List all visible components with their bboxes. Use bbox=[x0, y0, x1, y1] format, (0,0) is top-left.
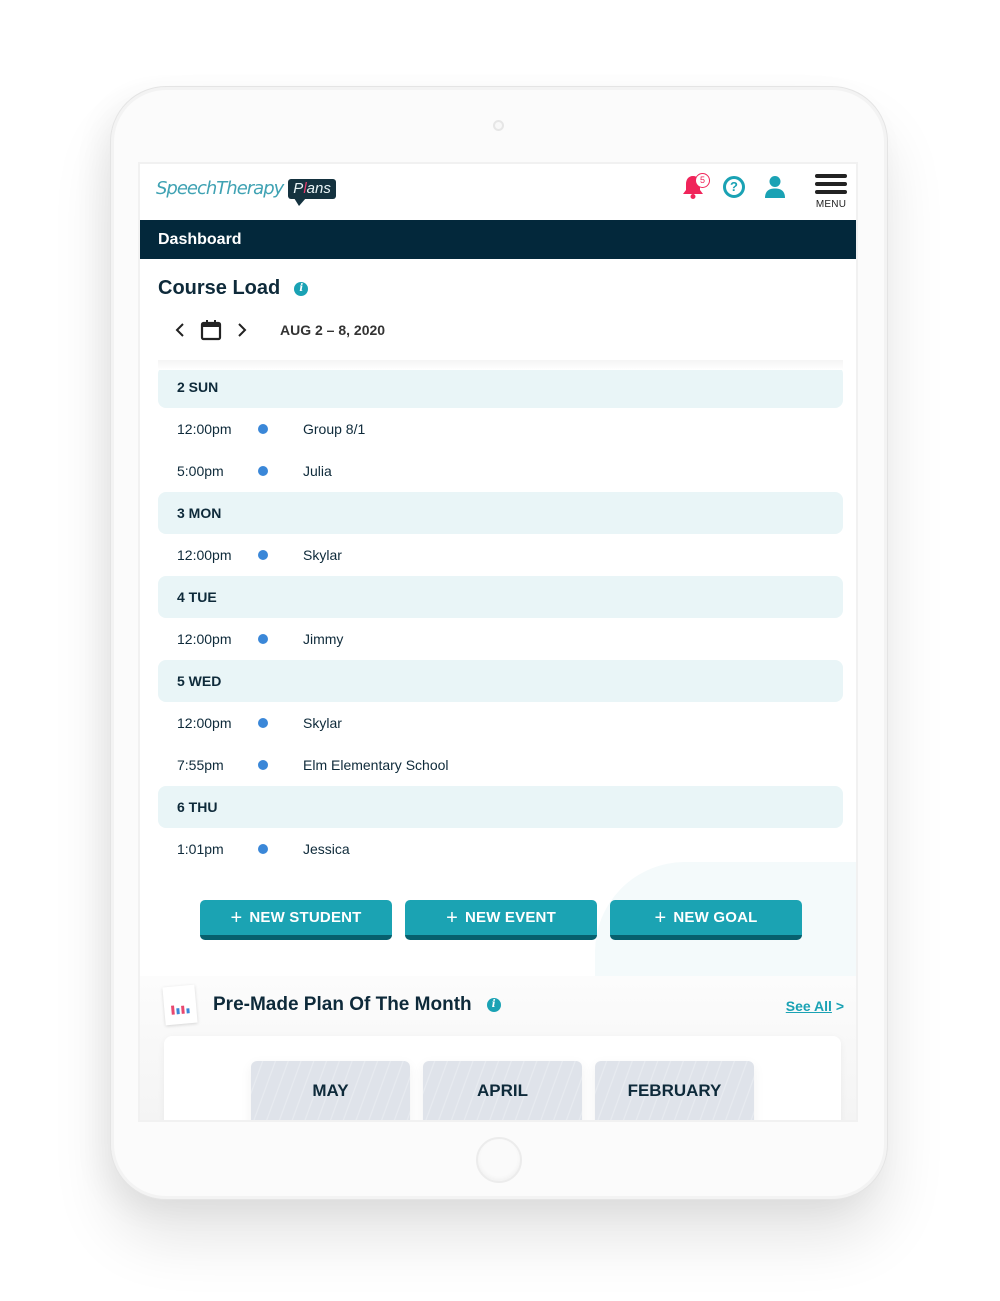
event-time: 1:01pm bbox=[177, 841, 224, 857]
app-screen: SpeechTherapy Plans 5 ? MENU Dashboard C… bbox=[138, 162, 858, 1122]
info-icon[interactable]: i bbox=[294, 281, 309, 296]
calendar-icon bbox=[200, 320, 222, 341]
new-student-button[interactable]: + NEW STUDENT bbox=[200, 900, 392, 940]
month-tile[interactable]: APRIL bbox=[423, 1061, 582, 1120]
previous-week-button[interactable] bbox=[170, 320, 190, 340]
event-dot-icon bbox=[258, 718, 268, 728]
plan-of-month-section: Pre-Made Plan Of The Month i See All > M… bbox=[140, 976, 856, 1120]
month-tile[interactable]: MAY bbox=[251, 1061, 410, 1120]
day-header: 2 SUN bbox=[158, 366, 843, 408]
new-student-label: NEW STUDENT bbox=[249, 909, 362, 926]
event-time: 5:00pm bbox=[177, 463, 224, 479]
event-name: Jessica bbox=[303, 841, 350, 857]
calendar-button[interactable] bbox=[200, 319, 222, 341]
event-time: 7:55pm bbox=[177, 757, 224, 773]
menu-label: MENU bbox=[815, 199, 847, 210]
notifications-button[interactable]: 5 bbox=[678, 172, 710, 202]
plus-icon: + bbox=[446, 906, 458, 929]
next-week-button[interactable] bbox=[232, 320, 252, 340]
logo[interactable]: SpeechTherapy Plans bbox=[156, 178, 336, 206]
help-button[interactable]: ? bbox=[719, 172, 749, 202]
logo-badge-ans: ans bbox=[306, 179, 331, 197]
logo-text: SpeechTherapy bbox=[156, 178, 284, 199]
event-time: 12:00pm bbox=[177, 547, 232, 563]
event-row[interactable]: 1:01pm Jessica bbox=[158, 828, 843, 870]
plan-card: MAY APRIL FEBRUARY bbox=[164, 1036, 841, 1120]
course-load-title: Course Load bbox=[158, 277, 281, 299]
chevron-right-icon: > bbox=[835, 998, 844, 1014]
quick-actions: + NEW STUDENT + NEW EVENT + NEW GOAL bbox=[200, 900, 815, 940]
event-row[interactable]: 5:00pm Julia bbox=[158, 450, 843, 492]
event-row[interactable]: 12:00pm Skylar bbox=[158, 702, 843, 744]
chevron-right-icon bbox=[238, 323, 247, 337]
plus-icon: + bbox=[230, 906, 243, 929]
info-icon[interactable]: i bbox=[486, 998, 501, 1012]
day-header: 6 THU bbox=[158, 786, 843, 828]
plan-of-month-title: Pre-Made Plan Of The Month bbox=[213, 994, 472, 1015]
camera-icon bbox=[493, 120, 504, 131]
event-row[interactable]: 7:55pm Elm Elementary School bbox=[158, 744, 843, 786]
new-event-button[interactable]: + NEW EVENT bbox=[405, 900, 597, 940]
event-time: 12:00pm bbox=[177, 715, 232, 731]
help-circle-icon: ? bbox=[723, 176, 745, 198]
event-row[interactable]: 12:00pm Skylar bbox=[158, 534, 843, 576]
month-tile[interactable]: FEBRUARY bbox=[595, 1061, 754, 1120]
event-time: 12:00pm bbox=[177, 631, 232, 647]
schedule-list: 2 SUN 12:00pm Group 8/1 5:00pm Julia 3 M… bbox=[158, 360, 843, 870]
event-row[interactable]: 12:00pm Jimmy bbox=[158, 618, 843, 660]
home-button[interactable] bbox=[476, 1137, 522, 1183]
logo-badge: Plans bbox=[288, 178, 336, 206]
month-tiles: MAY APRIL FEBRUARY bbox=[251, 1061, 767, 1120]
plan-thumbnail-icon bbox=[162, 984, 198, 1026]
date-navigator: AUG 2 – 8, 2020 bbox=[170, 318, 385, 342]
page-title: Dashboard bbox=[140, 220, 856, 259]
see-all-link[interactable]: See All > bbox=[786, 998, 844, 1014]
day-header: 5 WED bbox=[158, 660, 843, 702]
header-icons: 5 ? MENU bbox=[667, 172, 848, 210]
event-name: Skylar bbox=[303, 547, 342, 563]
event-name: Skylar bbox=[303, 715, 342, 731]
top-bar: SpeechTherapy Plans 5 ? MENU bbox=[140, 164, 856, 220]
user-icon bbox=[765, 176, 785, 198]
chevron-left-icon bbox=[175, 323, 184, 337]
profile-button[interactable] bbox=[760, 172, 790, 202]
day-header: 3 MON bbox=[158, 492, 843, 534]
event-dot-icon bbox=[258, 550, 268, 560]
notification-count-badge: 5 bbox=[695, 173, 710, 188]
event-name: Group 8/1 bbox=[303, 421, 366, 437]
day-header: 4 TUE bbox=[158, 576, 843, 618]
event-name: Elm Elementary School bbox=[303, 757, 449, 773]
new-event-label: NEW EVENT bbox=[464, 909, 556, 926]
event-dot-icon bbox=[258, 760, 268, 770]
course-load-heading: Course Load i bbox=[158, 277, 309, 300]
event-dot-icon bbox=[258, 466, 268, 476]
event-name: Julia bbox=[303, 463, 332, 479]
event-dot-icon bbox=[258, 424, 268, 434]
new-goal-button[interactable]: + NEW GOAL bbox=[610, 900, 802, 940]
date-range-label: AUG 2 – 8, 2020 bbox=[280, 322, 386, 338]
event-time: 12:00pm bbox=[177, 421, 232, 437]
event-dot-icon bbox=[258, 844, 268, 854]
event-name: Jimmy bbox=[303, 631, 344, 647]
new-goal-label: NEW GOAL bbox=[673, 909, 758, 926]
plus-icon: + bbox=[654, 906, 667, 929]
hamburger-menu-icon bbox=[815, 172, 847, 198]
see-all-label: See All bbox=[785, 998, 832, 1014]
plan-of-month-heading: Pre-Made Plan Of The Month i bbox=[213, 994, 501, 1016]
menu-button[interactable]: MENU bbox=[814, 172, 848, 210]
event-dot-icon bbox=[258, 634, 268, 644]
event-row[interactable]: 12:00pm Group 8/1 bbox=[158, 408, 843, 450]
logo-badge-p: P bbox=[293, 179, 304, 197]
